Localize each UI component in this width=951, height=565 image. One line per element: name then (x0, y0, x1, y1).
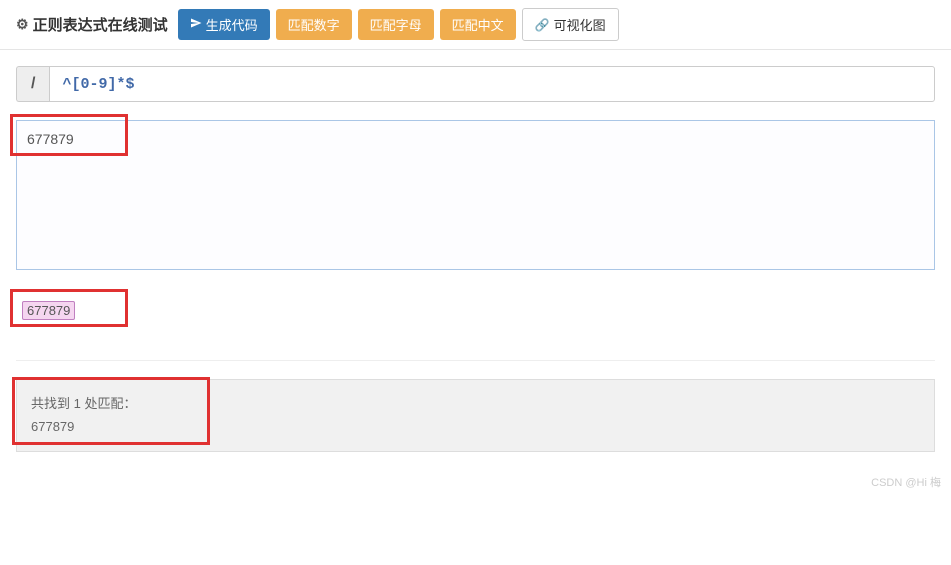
page-title: ⚙ 正则表达式在线测试 (16, 14, 168, 35)
title-text: 正则表达式在线测试 (33, 14, 168, 35)
content-area: / 677879 共找到 1 处匹配： 677879 (0, 50, 951, 468)
regex-input-row: / (16, 66, 935, 102)
toolbar: ⚙ 正则表达式在线测试 生成代码 匹配数字 匹配字母 匹配中文 🔗 可视化图 (0, 0, 951, 50)
visualize-button[interactable]: 🔗 可视化图 (522, 8, 619, 41)
test-input-wrapper (16, 120, 935, 273)
summary-line-1: 共找到 1 处匹配： (31, 392, 920, 415)
match-letter-label: 匹配字母 (370, 15, 422, 34)
match-digit-button[interactable]: 匹配数字 (276, 9, 352, 40)
visualize-label: 可视化图 (554, 15, 606, 34)
generate-code-button[interactable]: 生成代码 (178, 9, 270, 40)
match-letter-button[interactable]: 匹配字母 (358, 9, 434, 40)
regex-delimiter: / (16, 66, 49, 102)
generate-label: 生成代码 (206, 15, 258, 34)
summary-box: 共找到 1 处匹配： 677879 (16, 379, 935, 452)
match-digit-label: 匹配数字 (288, 15, 340, 34)
match-result-area: 677879 (16, 291, 935, 361)
summary-wrapper: 共找到 1 处匹配： 677879 (16, 379, 935, 452)
watermark: CSDN @Hi 梅 (0, 468, 951, 492)
match-highlight: 677879 (22, 301, 75, 320)
send-icon (190, 17, 202, 32)
match-chinese-label: 匹配中文 (452, 15, 504, 34)
summary-line-2: 677879 (31, 415, 920, 438)
test-string-input[interactable] (16, 120, 935, 270)
link-icon: 🔗 (535, 18, 550, 32)
match-chinese-button[interactable]: 匹配中文 (440, 9, 516, 40)
gears-icon: ⚙ (16, 16, 29, 33)
regex-pattern-input[interactable] (49, 66, 935, 102)
